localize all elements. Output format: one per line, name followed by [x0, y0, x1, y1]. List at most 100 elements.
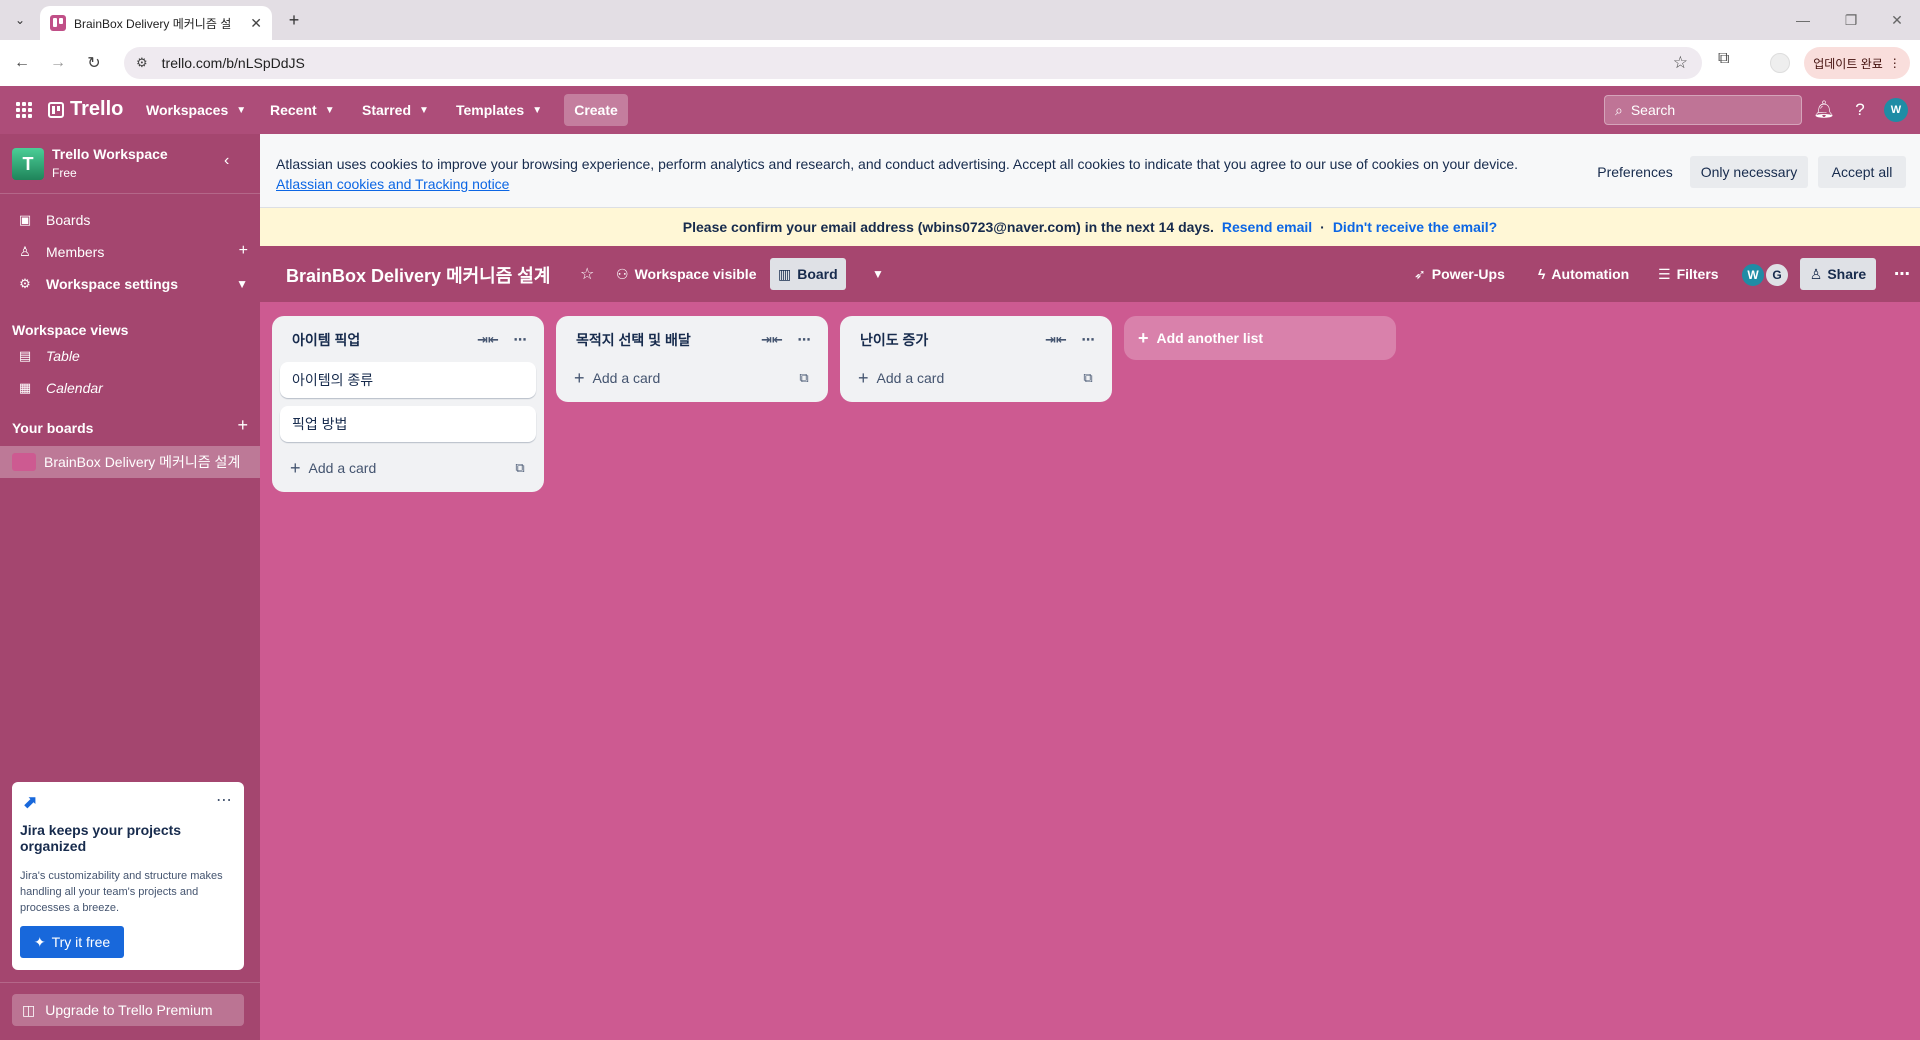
add-board-icon[interactable]: +	[237, 415, 248, 436]
filters-button[interactable]: ☰ Filters	[1650, 258, 1727, 290]
collapse-list-icon[interactable]: ⇥⇤	[1044, 328, 1068, 352]
sidebar-item-boards[interactable]: ▣ Boards	[0, 204, 260, 236]
chevron-down-icon: ▼	[419, 104, 429, 116]
tab-close-icon[interactable]: ✕	[250, 15, 262, 32]
jira-promo-card: ⬈ ⋯ Jira keeps your projects organized J…	[12, 782, 244, 970]
sidebar-item-workspace-settings[interactable]: ⚙ Workspace settings ▼	[0, 268, 260, 300]
board-menu-icon[interactable]: ⋯	[1886, 258, 1918, 290]
board-view-button[interactable]: ▥ Board	[770, 258, 846, 290]
add-card-button[interactable]: + Add a card	[280, 452, 492, 484]
list-menu-icon[interactable]: ⋯	[1076, 328, 1100, 352]
collapse-list-icon[interactable]: ⇥⇤	[760, 328, 784, 352]
browser-tab-active[interactable]: BrainBox Delivery 메커니즘 설 ✕	[40, 6, 272, 40]
didnt-receive-link[interactable]: Didn't receive the email?	[1333, 219, 1497, 235]
workspace-name[interactable]: Trello Workspace	[52, 146, 168, 162]
premium-icon: ◫	[22, 1001, 36, 1018]
collapse-sidebar-icon[interactable]: ‹	[224, 152, 229, 170]
upgrade-premium-button[interactable]: ◫ Upgrade to Trello Premium	[12, 994, 244, 1026]
minimize-icon[interactable]: —	[1788, 8, 1818, 32]
new-tab-icon[interactable]: +	[282, 8, 306, 32]
cookie-accept-all-button[interactable]: Accept all	[1818, 156, 1906, 188]
notifications-icon[interactable]: 🔔︎	[1812, 98, 1836, 122]
add-another-list-button[interactable]: + Add another list	[1124, 316, 1396, 360]
menu-label: Starred	[362, 102, 412, 118]
trello-logo[interactable]: Trello	[48, 98, 123, 121]
people-icon: ⚇	[616, 265, 629, 282]
gear-icon: ⚙	[19, 276, 31, 291]
sidebar-item-members[interactable]: ♙ Members +	[0, 236, 260, 268]
list-menu-icon[interactable]: ⋯	[792, 328, 816, 352]
site-info-icon[interactable]: ⚙	[136, 55, 148, 71]
card-template-icon[interactable]: ⧉	[508, 456, 532, 480]
card-template-icon[interactable]: ⧉	[1076, 366, 1100, 390]
cookie-notice-link[interactable]: Atlassian cookies and Tracking notice	[276, 176, 509, 192]
create-button[interactable]: Create	[564, 94, 628, 126]
add-list-label: Add another list	[1156, 330, 1264, 346]
button-label: Power-Ups	[1431, 266, 1505, 282]
help-icon[interactable]: ?	[1848, 98, 1872, 122]
menu-workspaces[interactable]: Workspaces ▼	[136, 94, 256, 126]
add-member-icon[interactable]: +	[239, 242, 248, 260]
sidebar-board-item[interactable]: BrainBox Delivery 메커니즘 설계	[0, 446, 260, 478]
visibility-button[interactable]: ⚇ Workspace visible	[608, 258, 764, 290]
star-board-icon[interactable]: ☆	[572, 258, 602, 290]
more-vert-icon: ⋮	[1888, 56, 1901, 70]
logo-text: Trello	[70, 98, 124, 120]
resend-email-link[interactable]: Resend email	[1222, 219, 1312, 235]
share-button[interactable]: ♙ Share	[1800, 258, 1876, 290]
profile-icon[interactable]	[1770, 53, 1790, 73]
menu-recent[interactable]: Recent ▼	[260, 94, 345, 126]
sidebar-item-calendar[interactable]: ▦ Calendar	[0, 372, 260, 404]
browser-toolbar: ← → ↻ ⚙ trello.com/b/nLSpDdJS ☆ ⧉ 업데이트 완…	[0, 40, 1920, 86]
update-button[interactable]: 업데이트 완료 ⋮	[1804, 47, 1910, 79]
member-avatar[interactable]: G	[1764, 262, 1790, 288]
card[interactable]: 아이템의 종류	[280, 362, 536, 398]
search-icon: ⌕	[1615, 101, 1623, 118]
list-title[interactable]: 난이도 증가	[860, 330, 928, 350]
sidebar-divider	[0, 982, 260, 983]
restore-icon[interactable]: ❐	[1836, 8, 1866, 32]
card[interactable]: 픽업 방법	[280, 406, 536, 442]
button-label: Try it free	[51, 934, 111, 950]
menu-templates[interactable]: Templates ▼	[446, 94, 552, 126]
list-title[interactable]: 아이템 픽업	[292, 330, 360, 350]
extensions-icon[interactable]: ⧉	[1718, 50, 1729, 68]
powerups-button[interactable]: ➶ Power-Ups	[1406, 258, 1513, 290]
workspace-avatar: T	[12, 148, 44, 180]
account-avatar[interactable]: W	[1884, 98, 1908, 122]
cookie-message: Atlassian uses cookies to improve your b…	[276, 156, 1519, 172]
address-bar[interactable]: ⚙ trello.com/b/nLSpDdJS ☆	[124, 47, 1702, 79]
view-switcher-chevron-icon[interactable]: ▼	[864, 258, 892, 290]
list-title[interactable]: 목적지 선택 및 배달	[576, 330, 691, 350]
sidebar-item-label: Boards	[46, 212, 91, 228]
search-input[interactable]: ⌕ Search	[1604, 95, 1802, 125]
member-avatar[interactable]: W	[1740, 262, 1766, 288]
automation-button[interactable]: ϟ Automation	[1530, 258, 1637, 290]
sidebar-item-table[interactable]: ▤ Table	[0, 340, 260, 372]
button-label: Automation	[1551, 266, 1630, 282]
browser-tabstrip: ⌄ BrainBox Delivery 메커니즘 설 ✕ + — ❐ ✕	[0, 0, 1920, 40]
cookie-preferences-button[interactable]: Preferences	[1590, 156, 1680, 188]
add-card-button[interactable]: + Add a card	[564, 362, 776, 394]
list-menu-icon[interactable]: ⋯	[508, 328, 532, 352]
more-options-icon[interactable]: ⋯	[216, 790, 232, 810]
tab-search-icon[interactable]: ⌄	[8, 8, 32, 32]
try-it-free-button[interactable]: ✦ Try it free	[20, 926, 124, 958]
app-switcher-icon[interactable]	[14, 100, 34, 120]
forward-icon[interactable]: →	[46, 51, 70, 75]
bookmark-star-icon[interactable]: ☆	[1673, 53, 1688, 73]
jira-title: Jira keeps your projects organized	[20, 822, 182, 854]
back-icon[interactable]: ←	[10, 51, 34, 75]
reload-icon[interactable]: ↻	[82, 51, 106, 75]
cookie-only-necessary-button[interactable]: Only necessary	[1690, 156, 1808, 188]
chevron-down-icon[interactable]: ▼	[236, 277, 248, 291]
collapse-list-icon[interactable]: ⇥⇤	[476, 328, 500, 352]
email-confirmation-bar: Please confirm your email address (wbins…	[260, 208, 1920, 246]
menu-starred[interactable]: Starred ▼	[352, 94, 439, 126]
calendar-icon: ▦	[18, 380, 32, 395]
cookie-banner: Atlassian uses cookies to improve your b…	[260, 134, 1920, 208]
card-template-icon[interactable]: ⧉	[792, 366, 816, 390]
add-card-button[interactable]: + Add a card	[848, 362, 1060, 394]
board-title[interactable]: BrainBox Delivery 메커니즘 설계	[286, 262, 550, 288]
window-close-icon[interactable]: ✕	[1882, 8, 1912, 32]
